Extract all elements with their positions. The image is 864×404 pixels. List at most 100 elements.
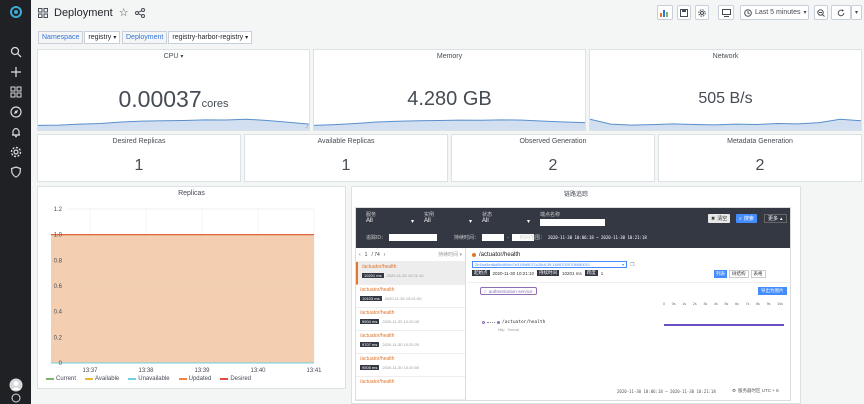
refresh-interval-button[interactable]: ▾ [851, 5, 862, 20]
footer-range: 2020-11-30 10:06:18 ~ 2020-11-30 10:21:1… [617, 389, 716, 394]
gear-icon[interactable] [8, 144, 24, 160]
status-filter[interactable]: 状态 All ▾ [482, 211, 530, 225]
alerting-bell-icon[interactable] [8, 124, 24, 140]
span-bar[interactable] [664, 324, 784, 326]
shield-icon[interactable] [8, 164, 24, 180]
avatar[interactable] [8, 377, 24, 393]
observed-generation-panel: Observed Generation 2 [451, 134, 655, 182]
y-tick-label: 0.4 [54, 310, 63, 316]
trace-list-item[interactable]: /actuator/health 10201 ms 2020-11-30 10:21… [356, 262, 465, 285]
dashboards-icon[interactable] [8, 84, 24, 100]
time-picker-button[interactable]: Last 5 minutes ▾ [740, 5, 809, 20]
service-tag[interactable]: ○ authentication-service [480, 287, 537, 295]
network-sparkline [590, 118, 861, 130]
help-icon[interactable] [8, 393, 24, 403]
panel-title[interactable]: Observed Generation [452, 138, 654, 145]
trace-list-item[interactable]: /actuator/health 10103 ms 2020-11-30 10:21… [356, 285, 465, 308]
legend-item[interactable]: Updated [178, 376, 212, 382]
legend-swatch [220, 378, 229, 380]
dashboard-grid-icon [38, 7, 48, 18]
panel-title[interactable]: Desired Replicas [38, 138, 240, 145]
trace-filter-bar: 服务 All ▾ 实例 All ▾ 状态 All ▾ 端点名称 ✖ 清空 ⌕ 搜索 更多 ▴ 追踪… [356, 208, 790, 248]
view-tree-button[interactable]: 树结构 [729, 270, 749, 278]
tv-mode-button[interactable] [718, 5, 734, 20]
panel-title[interactable]: Network [590, 53, 861, 60]
view-table-button[interactable]: 表格 [750, 270, 766, 278]
footer-timezone[interactable]: ⚙ 服务器时区 UTC + 8 [732, 388, 779, 394]
y-tick-label: 0.6 [54, 284, 63, 290]
trace-endpoint: /actuator/health [360, 356, 395, 362]
zoom-out-button[interactable] [814, 5, 828, 20]
trace-list-item[interactable]: /actuator/health 9505 ms 2020-11-30 10:20:… [356, 354, 465, 377]
cpu-sparkline [38, 118, 309, 130]
share-icon[interactable] [134, 7, 145, 18]
y-tick-label: 0.8 [54, 258, 63, 264]
add-panel-button[interactable] [657, 5, 673, 20]
trace-list-item[interactable]: /actuator/health 9707 ms 2020-11-30 10:20:… [356, 331, 465, 354]
star-icon[interactable]: ☆ [119, 6, 129, 19]
scale-tick: 7s [745, 302, 750, 306]
deployment-select[interactable]: registry-harbor-registry ▾ [168, 31, 253, 44]
settings-button[interactable] [695, 5, 709, 20]
panel-title[interactable]: CPU ▾ [38, 53, 309, 60]
instance-filter[interactable]: 实例 All ▾ [424, 211, 472, 225]
export-image-button[interactable]: 导出为图片 [758, 287, 787, 295]
trace-time: 2020-11-30 10:21:00 [384, 296, 422, 301]
observed-generation-value: 2 [548, 157, 558, 174]
trace-id-input[interactable] [389, 234, 438, 241]
scale-tick: 3s [703, 302, 708, 306]
chevron-down-icon: ▾ [245, 35, 249, 41]
namespace-select[interactable]: registry ▾ [84, 31, 121, 44]
trace-duration-badge: 10103 ms [360, 296, 382, 301]
time-range-filter[interactable]: 时间范围： 2020-11-30 10:06:18 ~ 2020-11-30 10… [520, 234, 647, 241]
panel-title[interactable]: 链路追踪 [352, 189, 800, 198]
chevron-right-icon[interactable]: › [384, 252, 386, 258]
sort-select[interactable]: 持续时间 ▾ [438, 251, 462, 258]
page-total: / 74 [371, 251, 380, 258]
grafana-logo-icon[interactable] [8, 4, 24, 20]
search-icon[interactable] [8, 44, 24, 60]
legend-item[interactable]: Desired [220, 376, 251, 382]
service-filter[interactable]: 服务 All ▾ [366, 211, 414, 225]
resize-handle-icon[interactable]: ⌟ [305, 122, 308, 129]
series-area-updated [51, 234, 314, 363]
panel-title[interactable]: Memory [314, 53, 585, 60]
time-scale: 0 0s 1s 2s 3s 4s 5s 6s 7s 8s 9s 10s [663, 302, 783, 312]
network-panel: Network 505 B/s [589, 49, 862, 131]
duration-min-input[interactable] [482, 234, 505, 241]
panel-title[interactable]: Available Replicas [245, 138, 447, 145]
x-tick-label: 13:40 [250, 368, 266, 374]
view-list-button[interactable]: 列表 [714, 270, 727, 278]
panel-title[interactable]: Metadata Generation [659, 138, 861, 145]
copy-icon[interactable]: ❐ [630, 262, 634, 268]
trace-id-filter: 追踪ID： [366, 234, 438, 241]
x-tick-label: 13:38 [138, 368, 154, 374]
page-title[interactable]: Deployment [54, 7, 113, 19]
scale-tick: 10s [777, 302, 783, 306]
memory-sparkline [314, 119, 585, 130]
span-row[interactable]: /actuator/health [482, 320, 545, 325]
scale-tick: 2s [692, 302, 697, 306]
more-button[interactable]: 更多 ▴ [764, 214, 787, 223]
search-button[interactable]: ⌕ 搜索 [736, 214, 757, 223]
legend-item[interactable]: Current [46, 376, 76, 382]
clear-button[interactable]: ✖ 清空 [708, 214, 731, 223]
explore-icon[interactable] [8, 104, 24, 120]
save-dashboard-button[interactable] [677, 5, 691, 20]
trace-duration-badge: 9904 ms [360, 319, 380, 324]
trace-list-item[interactable]: /actuator/health 9904 ms 2020-11-30 10:20:… [356, 308, 465, 331]
endpoint-filter: 端点名称 [540, 211, 605, 226]
chevron-left-icon[interactable]: ‹ [359, 252, 361, 258]
trace-list-item[interactable]: /actuator/health [356, 377, 465, 400]
plus-icon[interactable] [8, 64, 24, 80]
legend-item[interactable]: Available [85, 376, 119, 382]
y-tick-label: 0.2 [54, 335, 63, 341]
trace-id-select[interactable]: 2b1bd4ed6d8b469cb7e31f5d9071c26df.39.160… [472, 261, 627, 268]
refresh-button[interactable] [831, 5, 851, 20]
legend-label: Available [95, 376, 120, 382]
legend-label: Updated [188, 376, 212, 382]
legend-item[interactable]: Unavailable [128, 376, 170, 382]
endpoint-input[interactable] [540, 219, 605, 226]
trace-endpoint: /actuator/health [360, 310, 395, 316]
page-current[interactable]: 1 [365, 252, 368, 258]
